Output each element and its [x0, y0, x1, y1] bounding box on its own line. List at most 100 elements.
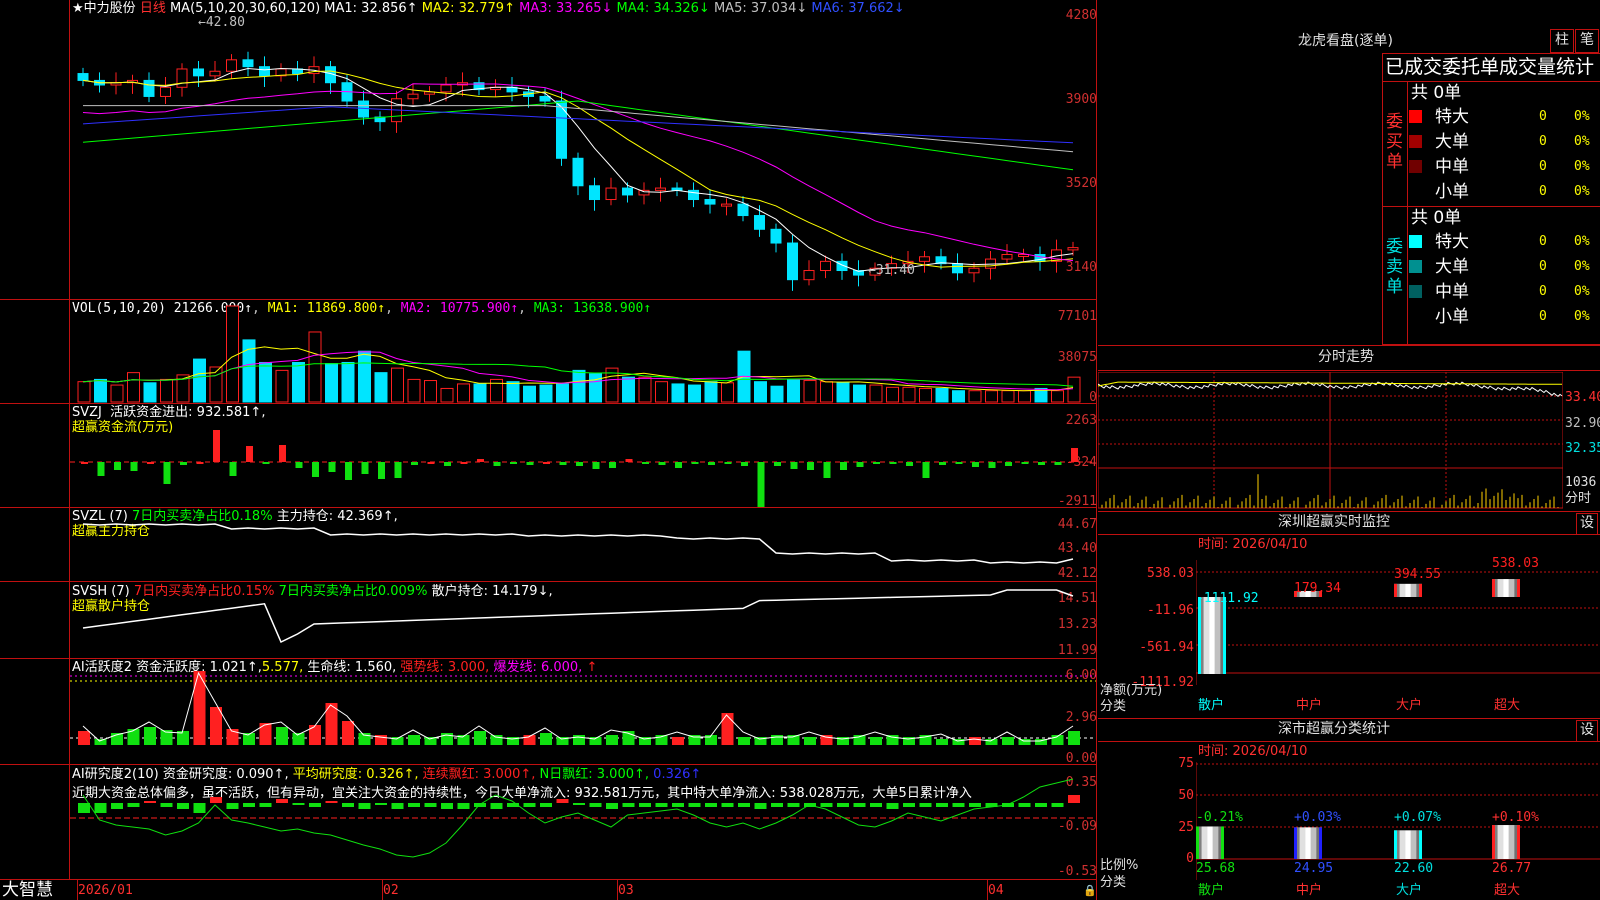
volume-bar — [374, 372, 388, 403]
fund-flow-bar — [1054, 462, 1062, 465]
ratio-value-label: 24.95 — [1294, 861, 1334, 876]
research-bar — [441, 803, 453, 809]
research-bar — [375, 803, 387, 805]
category-bar-edge — [1196, 826, 1199, 859]
research-bar — [243, 803, 255, 807]
activity-bar — [540, 733, 552, 745]
activity-bar — [490, 735, 503, 745]
x-tick — [382, 880, 383, 900]
fund-flow-bar — [295, 462, 303, 468]
svzj-bars[interactable] — [70, 404, 1096, 507]
category-bar-edge — [1419, 830, 1422, 859]
fund-flow-bar — [576, 462, 583, 466]
fund-flow-bar — [939, 462, 946, 465]
row-label: 大单 — [1435, 257, 1469, 277]
fund-flow-bar — [279, 445, 286, 462]
longhu-row: 大单 0 0% — [1409, 256, 1600, 278]
row-percent: 0% — [1574, 284, 1590, 299]
ai-research-chart[interactable] — [70, 765, 1096, 879]
intraday-chart[interactable] — [1098, 372, 1563, 510]
research-bar — [309, 803, 321, 807]
intraday-label: 分时 — [1565, 491, 1592, 506]
sell-side-label: 委卖单 — [1386, 237, 1403, 297]
research-bar — [1018, 803, 1031, 807]
candle-body — [754, 215, 765, 230]
candlestick-chart[interactable] — [70, 14, 1096, 298]
category-bar-shade — [1405, 583, 1411, 597]
ai-active-chart[interactable] — [70, 659, 1096, 764]
volume-bar — [1051, 390, 1064, 403]
app-logo[interactable]: 大智慧 — [2, 881, 53, 900]
activity-bar — [870, 737, 882, 745]
volume-chart[interactable] — [70, 300, 1096, 403]
fund-flow-bar — [559, 462, 567, 465]
volume-bar — [589, 373, 602, 403]
research-bar — [358, 803, 371, 809]
research-bar — [78, 803, 90, 813]
volume-bar — [1001, 390, 1015, 403]
fund-flow-bar — [658, 462, 666, 465]
research-bar — [276, 799, 288, 803]
category-label: 超大 — [1494, 883, 1521, 898]
candle-body — [209, 70, 221, 77]
lock-icon[interactable]: 🔒 — [1083, 883, 1097, 898]
volume-bar — [127, 372, 140, 403]
row-label: 特大 — [1435, 107, 1469, 127]
svsh-line-chart[interactable] — [70, 582, 1096, 658]
row-percent: 0% — [1574, 234, 1590, 249]
volume-bar — [704, 381, 718, 403]
volume-bar — [523, 385, 536, 403]
row-count: 0 — [1539, 234, 1547, 249]
x-tick — [987, 880, 988, 900]
high-marker: ←42.80 — [198, 15, 245, 30]
bar-value-label: 538.03 — [1492, 556, 1539, 571]
category-bar-shade — [1305, 827, 1311, 859]
fund-flow-bar — [130, 462, 138, 471]
category-bar-shade — [1299, 827, 1306, 859]
row-count: 0 — [1539, 159, 1547, 174]
chart-area[interactable]: ★中力股份 日线 MA(5,10,20,30,60,120) MA1: 32.8… — [0, 0, 1097, 900]
fund-flow-bar — [691, 462, 699, 464]
volume-bar — [770, 385, 784, 403]
research-bar — [738, 803, 750, 807]
fund-flow-bar — [345, 462, 352, 480]
fund-flow-bar — [1038, 462, 1045, 465]
category-bar-shade — [1405, 830, 1411, 859]
fund-flow-bar — [988, 462, 996, 468]
ytick-label: -11.96 — [1147, 603, 1194, 618]
volume-bar — [985, 390, 998, 403]
fund-flow-bar — [724, 462, 732, 464]
volume-bar — [424, 380, 437, 403]
category-bar-shade — [1201, 826, 1208, 859]
low-marker: ←31.40 — [868, 263, 915, 278]
row-label: 特大 — [1435, 232, 1469, 252]
volume-bar — [160, 378, 173, 403]
longhu-row: 特大 0 0% — [1409, 106, 1600, 128]
activity-bar — [573, 735, 585, 745]
svzl-line-chart[interactable] — [70, 508, 1096, 581]
category-bar-edge — [1198, 597, 1201, 674]
category-bar-shade — [1207, 826, 1213, 859]
candle-body — [589, 185, 600, 201]
research-bar — [144, 801, 156, 803]
category-bar-edge — [1221, 826, 1224, 859]
ytick-label: 0 — [1186, 851, 1194, 866]
sz-monitor-settings-button[interactable]: 设 — [1576, 513, 1598, 535]
ratio-change-label: -0.21% — [1196, 810, 1243, 825]
fund-flow-bar — [790, 462, 798, 469]
ratio-change-label: +0.07% — [1394, 810, 1441, 825]
volume-bar — [341, 361, 355, 403]
bar-mode-button[interactable]: 柱 — [1550, 29, 1574, 53]
category-bar-edge — [1419, 583, 1422, 597]
x-tick — [617, 880, 618, 900]
fund-flow-bar — [526, 462, 534, 465]
tick-mode-button[interactable]: 笔 — [1575, 29, 1599, 53]
category-bar-shade — [1399, 830, 1406, 859]
sz-class-settings-button[interactable]: 设 — [1576, 720, 1598, 742]
research-bar — [837, 803, 849, 807]
volume-bar — [391, 367, 404, 403]
fund-flow-bar — [394, 462, 402, 478]
fund-flow-bar — [361, 462, 369, 474]
color-swatch — [1409, 310, 1422, 323]
fund-flow-bar — [609, 462, 616, 468]
